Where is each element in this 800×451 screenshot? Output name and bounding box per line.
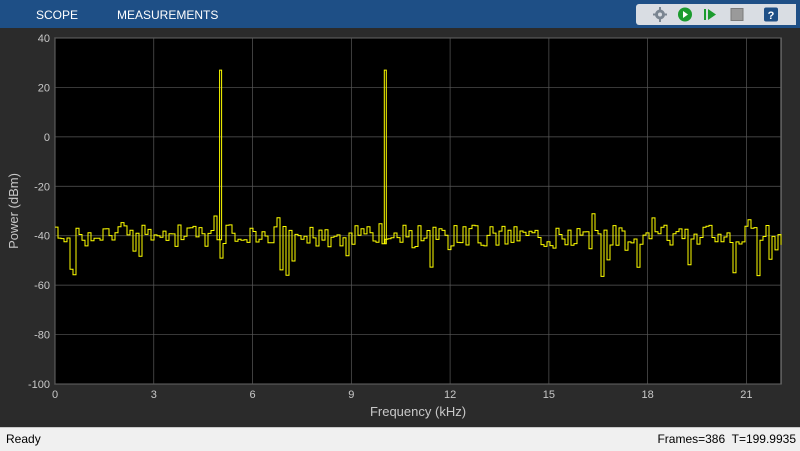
y-tick-label: 20 [38,82,50,94]
x-tick-label: 3 [151,389,157,401]
y-tick-label: 40 [38,33,50,45]
x-tick-label: 0 [52,389,58,401]
x-tick-label: 21 [740,389,752,401]
status-text: Ready [6,432,41,446]
scope-display: 0 3 6 9 12 15 18 21 40 20 0 -20 -40 -60 -80 -100 Freque… [0,28,800,427]
run-icon[interactable] [676,6,694,23]
axes-background [54,37,782,385]
y-tick-label: -20 [34,181,50,193]
help-icon[interactable]: ? [762,6,780,23]
status-metrics: Frames=386 T=199.9935 [657,432,796,446]
time-readout: T=199.9935 [731,432,796,446]
x-tick-label: 9 [348,389,354,401]
settings-icon[interactable] [651,6,669,23]
spectrum-plot[interactable]: 0 3 6 9 12 15 18 21 40 20 0 -20 -40 -60 -80 -100 Freque… [0,28,800,427]
toolstrip: SCOPE MEASUREMENTS ? [0,0,800,28]
x-tick-label: 12 [444,389,456,401]
y-tick-label: -100 [28,379,50,391]
frames-counter: Frames=386 [657,432,726,446]
x-axis-label: Frequency (kHz) [370,404,466,419]
step-forward-icon[interactable] [701,6,719,23]
y-tick-label: -60 [34,280,50,292]
status-bar: Ready Frames=386 T=199.9935 [0,427,800,451]
x-tick-label: 6 [249,389,255,401]
tab-scope[interactable]: SCOPE [36,0,78,28]
stop-icon[interactable] [728,6,746,23]
y-tick-label: -40 [34,231,50,243]
y-axis-label: Power (dBm) [6,173,21,249]
x-tick-label: 15 [543,389,555,401]
x-tick-label: 18 [642,389,654,401]
help-label: ? [768,10,775,22]
y-tick-label: -80 [34,330,50,342]
tab-measurements[interactable]: MEASUREMENTS [117,0,218,28]
y-tick-label: 0 [44,132,50,144]
quick-access-toolbar: ? [636,4,796,25]
